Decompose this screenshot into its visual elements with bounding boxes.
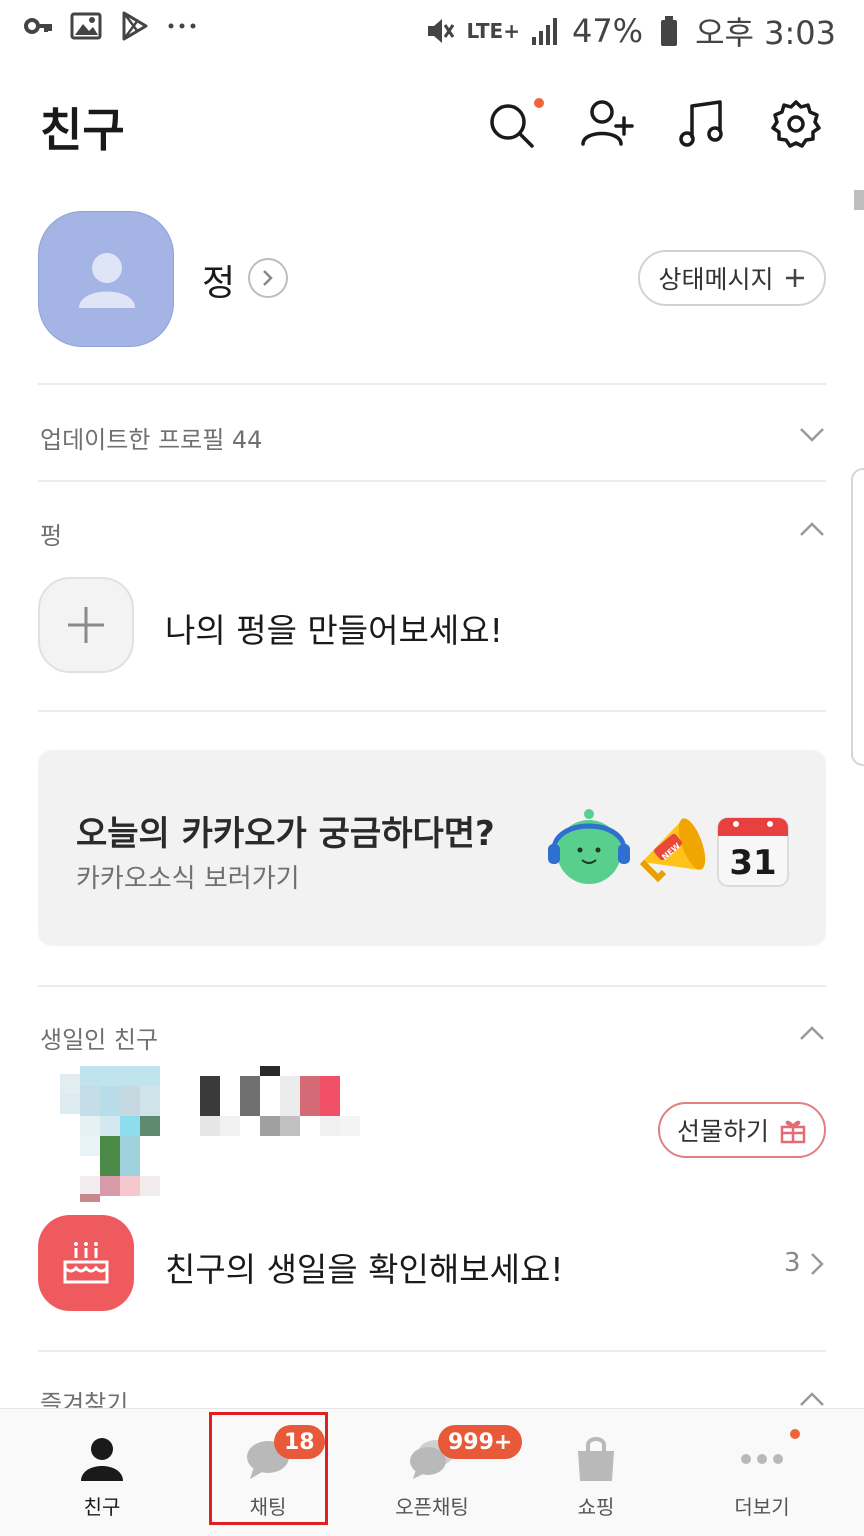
more-notifications-icon: [166, 10, 198, 42]
tab-more-label: 더보기: [734, 1495, 790, 1519]
calendar-icon: 31: [717, 817, 789, 887]
app-header: 친구: [0, 80, 864, 180]
scroll-position-marker: [854, 190, 864, 210]
play-store-icon: [118, 10, 150, 42]
check-birthdays-text[interactable]: 친구의 생일을 확인해보세요!: [165, 1243, 564, 1291]
chevron-up-icon[interactable]: [798, 1020, 826, 1048]
send-gift-button[interactable]: 선물하기: [658, 1102, 826, 1158]
my-profile-avatar[interactable]: [38, 211, 174, 347]
updated-profiles-label[interactable]: 업데이트한 프로필 44: [40, 420, 262, 455]
birthday-cake-button[interactable]: [38, 1215, 134, 1311]
calendar-number: 31: [729, 843, 776, 883]
divider: [38, 383, 826, 385]
search-icon: [490, 104, 534, 148]
banner-subtitle: 카카오소식 보러가기: [76, 864, 300, 894]
key-icon: [22, 10, 54, 42]
divider: [38, 985, 826, 987]
settings-icon: [771, 100, 821, 148]
headset-character-icon: [548, 809, 630, 884]
add-friend-icon: [581, 100, 634, 146]
tab-open-chat-label: 오픈채팅: [395, 1495, 469, 1519]
more-notification-dot: [790, 1429, 800, 1439]
search-button[interactable]: [486, 98, 544, 150]
signal-icon: [530, 15, 562, 47]
settings-button[interactable]: [770, 98, 822, 150]
banner-title: 오늘의 카카오가 궁금하다면?: [76, 814, 495, 854]
plus-icon: [68, 607, 104, 643]
blurred-birthday-friend[interactable]: [60, 1066, 360, 1202]
create-pung-text[interactable]: 나의 펑을 만들어보세요!: [165, 604, 503, 652]
gallery-icon: [70, 10, 102, 42]
my-profile-name[interactable]: 정: [202, 254, 235, 306]
divider: [38, 480, 826, 482]
megaphone-icon: NEW: [639, 818, 706, 883]
battery-icon: [653, 15, 685, 47]
add-friend-button[interactable]: [580, 98, 634, 150]
tab-shopping-label: 쇼핑: [577, 1495, 615, 1519]
network-type: LTE+: [466, 19, 520, 43]
default-person-icon: [79, 253, 135, 308]
tab-friends-label: 친구: [83, 1495, 121, 1519]
music-button[interactable]: [676, 98, 728, 150]
gift-button-label: 선물하기: [676, 1117, 769, 1146]
highlight-box: [209, 1412, 328, 1525]
profile-detail-button[interactable]: [248, 258, 288, 298]
status-message-button[interactable]: 상태메시지: [638, 250, 826, 306]
status-left-icons: [22, 10, 198, 42]
clock: 오후 3:03: [695, 14, 836, 52]
birthday-section-label: 생일인 친구: [40, 1026, 159, 1054]
kakao-news-banner[interactable]: 오늘의 카카오가 궁금하다면? 카카오소식 보러가기 NEW 31: [38, 750, 826, 946]
more-icon: [741, 1454, 783, 1464]
page-title: 친구: [40, 103, 125, 157]
status-message-label: 상태메시지: [658, 265, 774, 294]
scroll-handle[interactable]: [851, 468, 864, 766]
gift-icon: [780, 1120, 806, 1144]
chevron-down-icon[interactable]: [798, 420, 826, 448]
search-notification-dot: [534, 98, 544, 108]
person-icon: [81, 1438, 123, 1481]
tab-shopping[interactable]: 쇼핑: [510, 1409, 682, 1536]
battery-percent: 47%: [571, 12, 644, 50]
birthday-count[interactable]: 3: [784, 1248, 801, 1278]
divider: [38, 1350, 826, 1352]
tab-friends[interactable]: 친구: [16, 1409, 188, 1536]
mute-icon: [424, 15, 456, 47]
status-bar: LTE+ 47% 오후 3:03: [0, 0, 864, 60]
shopping-bag-icon: [578, 1437, 614, 1481]
music-icon: [679, 100, 723, 147]
divider: [38, 710, 826, 712]
chevron-up-icon[interactable]: [798, 516, 826, 544]
pung-section-label: 펑: [40, 522, 63, 550]
plus-icon: [785, 269, 804, 287]
tab-more[interactable]: 더보기: [676, 1409, 848, 1536]
chevron-right-icon: [263, 270, 273, 286]
cake-icon: [63, 1242, 109, 1284]
chevron-right-icon[interactable]: [806, 1250, 828, 1278]
tab-open-chat[interactable]: 999+ 오픈채팅: [346, 1409, 523, 1536]
bottom-navigation: 친구 18 채팅 999+ 오픈채팅 쇼핑 더보기: [0, 1408, 864, 1536]
status-right: LTE+ 47% 오후 3:03: [424, 8, 836, 54]
create-pung-button[interactable]: [38, 577, 134, 673]
